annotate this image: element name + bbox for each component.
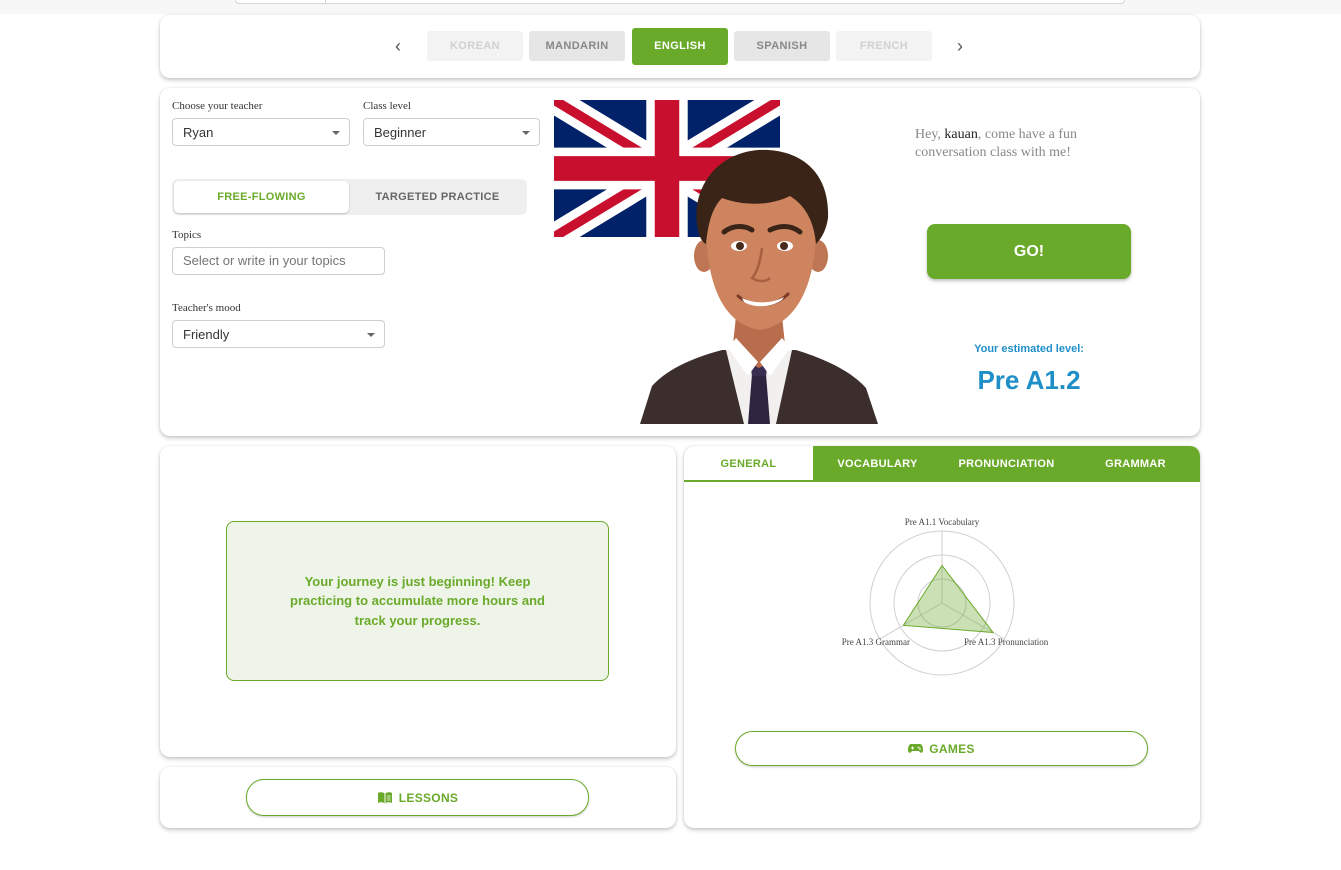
level-select[interactable]: Beginner bbox=[363, 118, 540, 146]
teacher-label: Choose your teacher bbox=[172, 100, 263, 112]
estimated-level-value: Pre A1.2 bbox=[977, 365, 1081, 395]
targeted-practice-button[interactable]: TARGETED PRACTICE bbox=[350, 181, 525, 213]
gamepad-icon bbox=[908, 744, 924, 753]
mode-toggle: FREE-FLOWING TARGETED PRACTICE bbox=[172, 179, 527, 215]
journey-card: Your journey is just beginning! Keep pra… bbox=[160, 446, 676, 757]
teacher-select[interactable]: Ryan bbox=[172, 118, 350, 146]
topics-input[interactable] bbox=[172, 247, 385, 275]
language-tab-spanish[interactable]: SPANISH bbox=[734, 31, 830, 61]
tab-grammar[interactable]: GRAMMAR bbox=[1071, 446, 1200, 482]
radar-axis-label: Pre A1.3 Pronunciation bbox=[964, 637, 1049, 647]
user-name: kauan bbox=[944, 127, 978, 142]
language-tab-english[interactable]: ENGLISH bbox=[632, 28, 728, 65]
tab-vocabulary[interactable]: VOCABULARY bbox=[813, 446, 942, 482]
teacher-avatar bbox=[640, 149, 878, 424]
tab-pronunciation[interactable]: PRONUNCIATION bbox=[942, 446, 1071, 482]
journey-message-box: Your journey is just beginning! Keep pra… bbox=[226, 521, 609, 681]
top-search-bar[interactable] bbox=[235, 0, 1125, 4]
games-button-label: GAMES bbox=[929, 741, 975, 756]
radar-axis-label: Pre A1.1 Vocabulary bbox=[905, 517, 980, 527]
chevron-left-icon[interactable]: ‹ bbox=[388, 35, 408, 57]
mood-value: Friendly bbox=[183, 327, 230, 342]
level-label: Class level bbox=[363, 100, 411, 112]
caret-down-icon bbox=[522, 131, 530, 135]
language-tab-french[interactable]: FRENCH bbox=[836, 31, 932, 61]
radar-series-area bbox=[902, 564, 995, 634]
language-tab-mandarin[interactable]: MANDARIN bbox=[529, 31, 625, 61]
mood-select[interactable]: Friendly bbox=[172, 320, 385, 348]
radar-axis-label: Pre A1.3 Grammar bbox=[842, 637, 910, 647]
lessons-card: LESSONS bbox=[160, 767, 676, 828]
games-button[interactable]: GAMES bbox=[735, 731, 1148, 766]
chevron-right-icon[interactable]: › bbox=[950, 35, 970, 57]
level-value: Beginner bbox=[374, 125, 427, 140]
language-tab-korean[interactable]: KOREAN bbox=[427, 31, 523, 61]
caret-down-icon bbox=[332, 131, 340, 135]
free-flowing-button[interactable]: FREE-FLOWING bbox=[174, 181, 349, 213]
greeting-text: Hey, kauan, come have a fun conversation… bbox=[915, 126, 1145, 162]
lessons-button[interactable]: LESSONS bbox=[246, 779, 589, 816]
mood-label: Teacher's mood bbox=[172, 302, 241, 314]
skill-tabs: GENERAL VOCABULARY PRONUNCIATION GRAMMAR bbox=[684, 446, 1200, 482]
estimated-level-label: Your estimated level: bbox=[974, 343, 1084, 355]
teacher-value: Ryan bbox=[183, 125, 214, 140]
greeting-prefix: Hey, bbox=[915, 127, 945, 142]
skills-card: GENERAL VOCABULARY PRONUNCIATION GRAMMAR… bbox=[684, 446, 1200, 828]
book-icon bbox=[377, 791, 392, 803]
go-button[interactable]: GO! bbox=[927, 224, 1131, 279]
caret-down-icon bbox=[367, 333, 375, 337]
skills-radar-chart: Pre A1.1 Vocabulary Pre A1.3 Pronunciatio… bbox=[842, 517, 1049, 676]
top-strip bbox=[0, 0, 1341, 14]
topics-label: Topics bbox=[172, 229, 202, 241]
language-selector: ‹ KOREAN MANDARIN ENGLISH SPANISH FRENCH… bbox=[160, 15, 1200, 78]
journey-message: Your journey is just beginning! Keep pra… bbox=[290, 573, 545, 628]
teacher-settings-card: Choose your teacher Ryan Class level Beg… bbox=[160, 88, 1200, 436]
tab-general[interactable]: GENERAL bbox=[684, 446, 813, 482]
lessons-button-label: LESSONS bbox=[398, 790, 459, 805]
